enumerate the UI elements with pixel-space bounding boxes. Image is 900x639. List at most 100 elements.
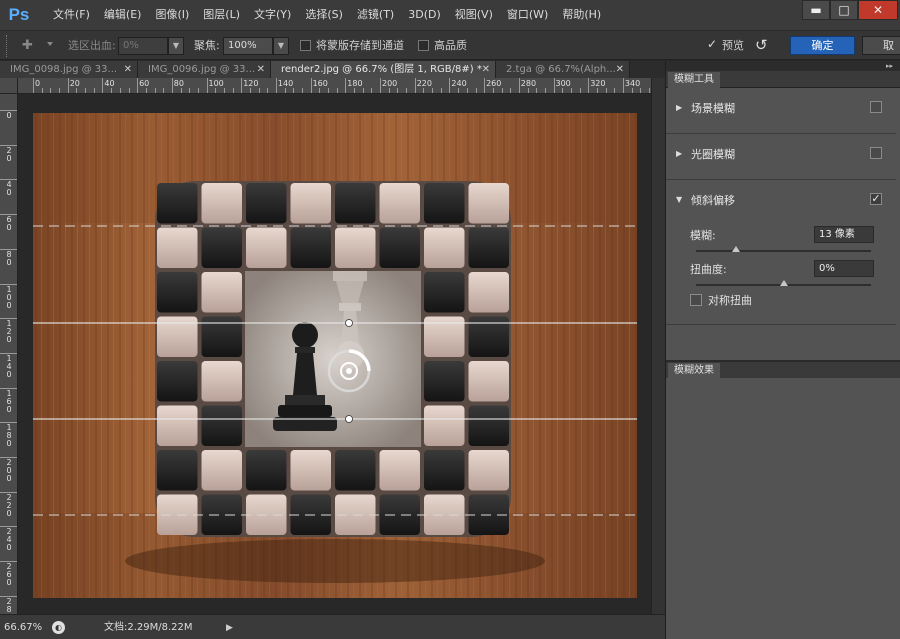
tab-render2[interactable]: render2.jpg @ 66.7% (图层 1, RGB/8#) * ✕ bbox=[271, 61, 496, 78]
ruler-tick bbox=[0, 491, 17, 493]
selection-bleed-dropdown[interactable]: ▼ bbox=[168, 37, 184, 55]
close-icon[interactable]: ✕ bbox=[124, 61, 132, 78]
minimize-button[interactable]: ▬ bbox=[802, 0, 830, 20]
panel-collapse-strip[interactable]: ▸▸ bbox=[666, 61, 900, 71]
menu-type[interactable]: 文字(Y) bbox=[247, 0, 298, 30]
ruler-tick bbox=[345, 78, 347, 93]
ruler-minor-tick bbox=[649, 88, 650, 93]
close-icon[interactable]: ✕ bbox=[616, 61, 624, 78]
black-tile bbox=[201, 405, 242, 446]
status-menu-arrow[interactable]: ▶ bbox=[226, 620, 233, 636]
focus-dropdown[interactable]: ▼ bbox=[273, 37, 289, 55]
white-tile bbox=[201, 272, 242, 313]
iris-blur-section[interactable]: ▶ 光圈模糊 bbox=[666, 134, 896, 180]
collapse-triangle-icon[interactable]: ▼ bbox=[676, 195, 682, 204]
focus-input[interactable]: 100% bbox=[223, 37, 273, 55]
save-mask-label: 将蒙版存储到通道 bbox=[316, 39, 404, 52]
ruler-minor-tick bbox=[423, 88, 425, 93]
menu-layer[interactable]: 图层(L) bbox=[196, 0, 247, 30]
ruler-tick-label: 180 bbox=[347, 79, 363, 88]
black-tile bbox=[157, 450, 198, 491]
ruler-tick-label: 40 bbox=[104, 79, 115, 88]
white-tile bbox=[335, 227, 376, 268]
menu-image[interactable]: 图像(I) bbox=[148, 0, 196, 30]
ruler-tick-label: 0 bbox=[35, 79, 41, 88]
iris-blur-checkbox[interactable] bbox=[870, 147, 882, 159]
menu-select[interactable]: 选择(S) bbox=[298, 0, 350, 30]
ruler-horizontal[interactable]: 0 20 40 60 80 100 120 140 160 180 200 220 240 260 280 3… bbox=[18, 78, 651, 94]
ruler-minor-tick bbox=[362, 88, 364, 93]
maximize-button[interactable]: □ bbox=[830, 0, 858, 20]
expand-triangle-icon[interactable]: ▶ bbox=[676, 149, 682, 158]
ok-button[interactable]: 确定 bbox=[790, 36, 855, 55]
zoom-level-field[interactable]: 66.67% bbox=[4, 620, 48, 636]
black-tile bbox=[468, 227, 509, 268]
black-tile bbox=[246, 450, 287, 491]
close-icon[interactable]: ✕ bbox=[257, 61, 265, 78]
tab-2-tga[interactable]: 2.tga @ 66.7%(Alph... ✕ bbox=[496, 61, 630, 78]
ruler-minor-tick bbox=[197, 88, 199, 93]
options-grip[interactable] bbox=[6, 35, 8, 57]
menu-view[interactable]: 视图(V) bbox=[448, 0, 500, 30]
tilt-shift-checkbox[interactable]: ✓ bbox=[870, 193, 882, 205]
black-tile bbox=[201, 494, 242, 535]
menu-filter[interactable]: 滤镜(T) bbox=[350, 0, 401, 30]
ruler-tick-label: 120 bbox=[6, 319, 12, 345]
ruler-minor-tick bbox=[501, 88, 503, 93]
menu-3d[interactable]: 3D(D) bbox=[401, 0, 448, 30]
save-mask-checkbox[interactable] bbox=[300, 40, 311, 51]
pin-tool-icon[interactable]: ✚ bbox=[22, 38, 44, 54]
tab-label: IMG_0098.jpg @ 33... bbox=[10, 64, 118, 75]
ruler-tick-label: 260 bbox=[6, 562, 12, 588]
ruler-tick-label: 300 bbox=[555, 79, 571, 88]
ruler-tick-label: 120 bbox=[243, 79, 259, 88]
tab-blur-tools[interactable]: 模糊工具 bbox=[668, 72, 720, 88]
ruler-tick-label: 60 bbox=[139, 79, 150, 88]
menu-file[interactable]: 文件(F) bbox=[46, 0, 97, 30]
menu-help[interactable]: 帮助(H) bbox=[555, 0, 608, 30]
symmetric-distortion-checkbox[interactable] bbox=[690, 294, 702, 306]
tab-img-0098[interactable]: IMG_0098.jpg @ 33... ✕ bbox=[0, 61, 138, 78]
distortion-label: 扭曲度: bbox=[690, 263, 727, 276]
ruler-origin[interactable] bbox=[0, 78, 18, 94]
menu-window[interactable]: 窗口(W) bbox=[500, 0, 555, 30]
ruler-tick-label: 60 bbox=[6, 215, 12, 233]
ruler-tick-label: 140 bbox=[6, 353, 12, 379]
preview-checkbox[interactable]: ✓ bbox=[707, 37, 717, 51]
distortion-slider[interactable] bbox=[696, 280, 871, 286]
ruler-tick bbox=[171, 78, 173, 93]
ruler-tick-label: 100 bbox=[208, 79, 224, 88]
tab-img-0096[interactable]: IMG_0096.jpg @ 33... ✕ bbox=[138, 61, 271, 78]
ruler-minor-tick bbox=[562, 88, 564, 93]
reset-icon[interactable]: ↺ bbox=[755, 36, 768, 54]
ruler-tick bbox=[0, 248, 17, 250]
ruler-minor-tick bbox=[50, 88, 52, 93]
field-blur-checkbox[interactable] bbox=[870, 101, 882, 113]
selection-bleed-input[interactable]: 0% bbox=[118, 37, 168, 55]
vertical-scrollbar[interactable] bbox=[651, 78, 665, 614]
tool-preset-chevron-icon[interactable] bbox=[47, 42, 53, 46]
blur-amount-slider[interactable] bbox=[696, 246, 871, 252]
ruler-minor-tick bbox=[85, 88, 87, 93]
ruler-vertical[interactable]: 0 20 40 60 80 100 120 140 160 180 200 220 240 260 280 bbox=[0, 94, 18, 614]
ruler-minor-tick bbox=[145, 88, 147, 93]
close-icon[interactable]: ✕ bbox=[482, 61, 490, 78]
selection-bleed-label: 选区出血: bbox=[68, 39, 116, 52]
menu-bar: Ps 文件(F) 编辑(E) 图像(I) 图层(L) 文字(Y) 选择(S) 滤… bbox=[0, 0, 900, 30]
document-status-icon[interactable]: ◐ bbox=[52, 621, 65, 634]
distortion-slider-thumb[interactable] bbox=[779, 280, 788, 286]
black-tile bbox=[379, 227, 420, 268]
field-blur-section[interactable]: ▶ 场景模糊 bbox=[666, 88, 896, 134]
high-quality-checkbox[interactable] bbox=[418, 40, 429, 51]
blur-slider-thumb[interactable] bbox=[732, 246, 741, 252]
white-tile bbox=[201, 183, 242, 224]
distortion-input[interactable]: 0% bbox=[814, 260, 874, 277]
expand-triangle-icon[interactable]: ▶ bbox=[676, 103, 682, 112]
cancel-button[interactable]: 取 bbox=[862, 36, 900, 55]
document-image[interactable] bbox=[33, 113, 637, 598]
ruler-tick bbox=[0, 457, 17, 458]
blur-amount-input[interactable]: 13 像素 bbox=[814, 226, 874, 243]
menu-edit[interactable]: 编辑(E) bbox=[97, 0, 149, 30]
close-window-button[interactable]: ✕ bbox=[858, 0, 898, 20]
tab-blur-effects[interactable]: 模糊效果 bbox=[668, 363, 720, 379]
